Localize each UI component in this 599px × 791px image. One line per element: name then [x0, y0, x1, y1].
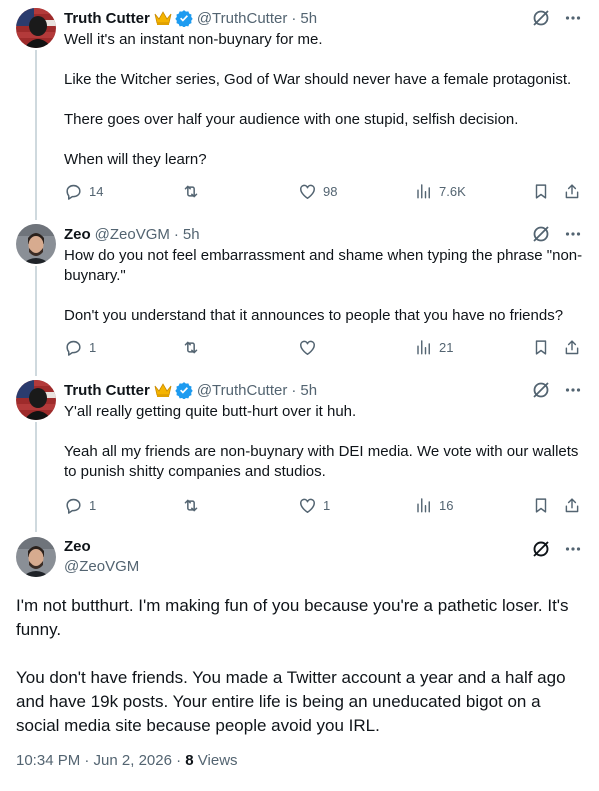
tweet-paragraph: There goes over half your audience with …	[64, 111, 519, 128]
reply-button[interactable]: 1	[64, 338, 96, 357]
more-icon[interactable]	[565, 10, 581, 26]
reply-button[interactable]: 1	[64, 496, 96, 515]
tweet-paragraph: I'm not butthurt. I'm making fun of you …	[16, 596, 569, 639]
retweet-icon	[181, 338, 201, 357]
retweet-button[interactable]	[181, 182, 207, 201]
share-icon	[563, 182, 581, 201]
tweet-time[interactable]: 5h	[300, 10, 317, 27]
crown-icon	[154, 382, 172, 398]
more-icon[interactable]	[565, 541, 581, 557]
author-handle[interactable]: @ZeoVGM	[64, 558, 139, 575]
grok-icon[interactable]	[531, 539, 551, 559]
reply-icon	[64, 182, 83, 201]
tweet-paragraph: Yeah all my friends are non-buynary with…	[64, 443, 579, 480]
avatar[interactable]	[16, 224, 56, 264]
bookmark-icon	[532, 182, 550, 201]
reply-count: 1	[89, 498, 97, 513]
action-bar: 1 21	[64, 338, 584, 358]
like-count: 98	[323, 184, 338, 199]
tweet-paragraph: Y'all really getting quite butt-hurt ove…	[64, 403, 357, 420]
share-icon	[563, 496, 581, 515]
reply-count: 14	[89, 184, 104, 199]
avatar[interactable]	[16, 380, 56, 420]
tweet-paragraph: Like the Witcher series, God of War shou…	[64, 71, 572, 88]
bookmark-button[interactable]	[532, 182, 550, 201]
author-handle[interactable]: @TruthCutter	[197, 10, 288, 27]
reply-count: 1	[89, 340, 97, 355]
action-bar: 14 98 7.6K	[64, 182, 584, 202]
views-count: 7.6K	[439, 183, 466, 199]
verified-badge-icon	[175, 9, 193, 27]
author-handle[interactable]: @TruthCutter	[197, 382, 288, 399]
tweet-paragraph: You don't have friends. You made a Twitt…	[16, 668, 566, 735]
verified-badge-icon	[175, 381, 193, 399]
retweet-button[interactable]	[181, 338, 207, 357]
tweet-paragraph: Well it's an instant non-buynary for me.	[64, 31, 323, 48]
bookmark-button[interactable]	[532, 496, 550, 515]
retweet-button[interactable]	[181, 496, 207, 515]
bookmark-icon	[532, 338, 550, 357]
avatar[interactable]	[16, 8, 56, 48]
more-icon[interactable]	[565, 382, 581, 398]
views-count: 8	[185, 752, 194, 769]
bookmark-icon	[532, 496, 550, 515]
views-icon	[415, 338, 433, 356]
tweet-timestamp[interactable]: 10:34 PM · Jun 2, 2026 ·	[16, 752, 185, 769]
tweet-text: Well it's an instant non-buynary for me.…	[64, 30, 584, 170]
tweet-paragraph: Don't you understand that it announces t…	[64, 307, 564, 324]
share-button[interactable]	[563, 182, 581, 201]
grok-icon[interactable]	[531, 224, 551, 244]
share-button[interactable]	[563, 338, 581, 357]
avatar[interactable]	[16, 537, 56, 577]
crown-icon	[154, 10, 172, 26]
retweet-icon	[181, 496, 201, 515]
like-icon	[298, 496, 317, 515]
more-icon[interactable]	[565, 226, 581, 242]
like-button[interactable]: 1	[298, 496, 330, 515]
views-count: 21	[439, 339, 454, 355]
like-button[interactable]	[298, 338, 323, 357]
action-bar: 1 1 16	[64, 496, 584, 516]
separator-dot: ·	[291, 9, 297, 27]
author-name[interactable]: Zeo	[64, 226, 91, 243]
like-icon	[298, 338, 317, 357]
tweet-paragraph: How do you not feel embarrassment and sh…	[64, 247, 583, 284]
reply-button[interactable]: 14	[64, 182, 103, 201]
author-handle[interactable]: @ZeoVGM	[95, 226, 170, 243]
tweet-text: How do you not feel embarrassment and sh…	[64, 246, 584, 326]
views-button[interactable]: 16	[415, 496, 453, 514]
separator-dot: ·	[291, 381, 297, 399]
views-icon	[415, 496, 433, 514]
views-count: 16	[439, 497, 454, 513]
tweet-text: Y'all really getting quite butt-hurt ove…	[64, 402, 584, 482]
author-name[interactable]: Truth Cutter	[64, 382, 150, 399]
tweet-time[interactable]: 5h	[183, 226, 200, 243]
views-button[interactable]: 7.6K	[415, 182, 466, 200]
like-button[interactable]: 98	[298, 182, 337, 201]
like-count: 1	[323, 498, 331, 513]
reply-icon	[64, 496, 83, 515]
author-name[interactable]: Zeo	[64, 538, 91, 555]
views-label: Views	[197, 752, 238, 769]
grok-icon[interactable]	[531, 8, 551, 28]
author-name[interactable]: Truth Cutter	[64, 10, 150, 27]
share-icon	[563, 338, 581, 357]
separator-dot: ·	[173, 225, 179, 243]
bookmark-button[interactable]	[532, 338, 550, 357]
tweet-meta: 10:34 PM · Jun 2, 2026 · 8 Views	[16, 752, 238, 769]
share-button[interactable]	[563, 496, 581, 515]
views-icon	[415, 182, 433, 200]
thread-line	[35, 422, 37, 532]
views-button[interactable]: 21	[415, 338, 453, 356]
thread-line	[35, 50, 37, 220]
like-icon	[298, 182, 317, 201]
grok-icon[interactable]	[531, 380, 551, 400]
retweet-icon	[181, 182, 201, 201]
tweet-time[interactable]: 5h	[300, 382, 317, 399]
thread-line	[35, 266, 37, 376]
reply-icon	[64, 338, 83, 357]
main-tweet-text: I'm not butthurt. I'm making fun of you …	[16, 594, 586, 738]
tweet-paragraph: When will they learn?	[64, 151, 207, 168]
